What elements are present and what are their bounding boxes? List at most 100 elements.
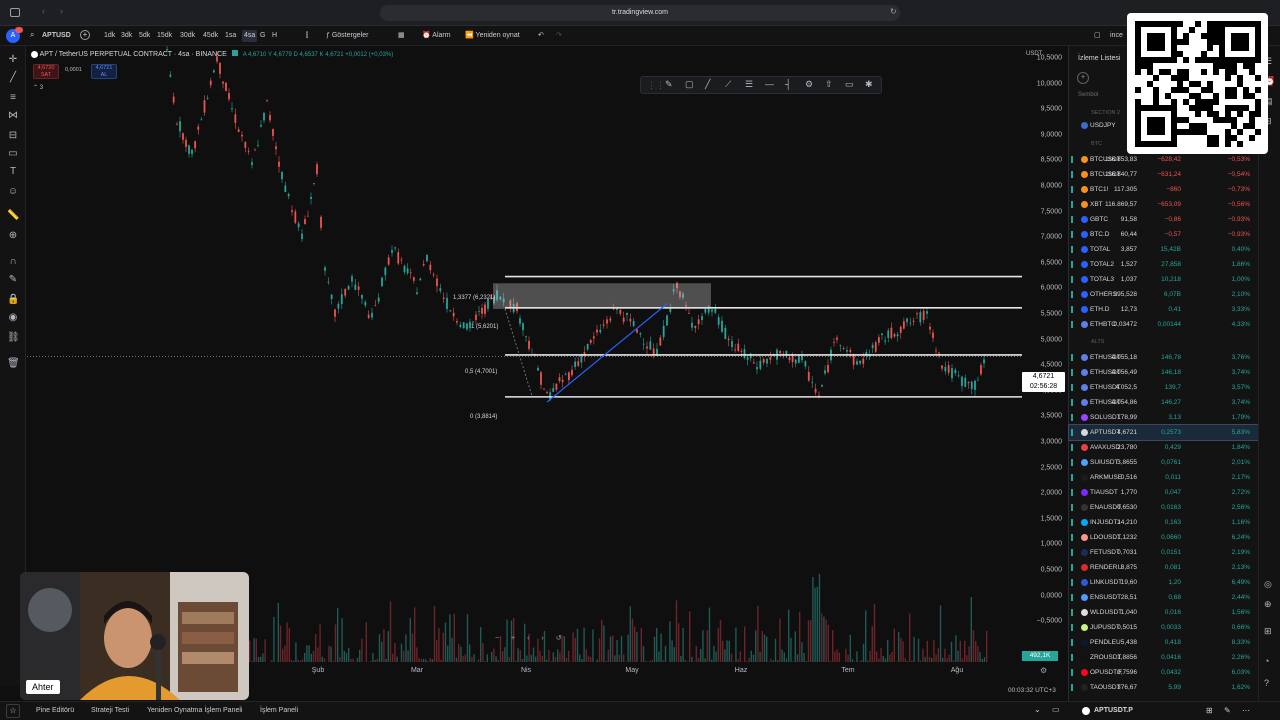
notifications-icon[interactable]: ◔ (1264, 656, 1269, 666)
buy-button[interactable]: 4,6721 AL (91, 64, 117, 79)
reset-icon[interactable]: ↺ (556, 635, 562, 642)
brush-icon[interactable]: ▭ (7, 148, 19, 160)
pencil-icon[interactable]: ✎ (665, 79, 673, 90)
interval-30dk[interactable]: 30dk (180, 30, 195, 42)
collapse-icon[interactable]: ⌄ (1034, 705, 1041, 714)
list-item[interactable]: SOLUSDT 178,99 3,13 1,79% (1069, 410, 1259, 425)
zoom-in-icon[interactable]: + (511, 635, 515, 642)
trendline-icon[interactable]: ╱ (7, 72, 19, 84)
chat-icon[interactable]: ◎ (1264, 579, 1272, 590)
list-item[interactable]: APTUSDT 4,6721 0,2573 5,83% (1068, 424, 1260, 441)
list-item[interactable]: ARKMUSE 0,516 0,011 2,17% (1069, 470, 1259, 485)
search-icon[interactable]: ⌕ (30, 30, 34, 40)
forward-icon[interactable]: › (60, 6, 63, 16)
eye-icon[interactable]: ◉ (7, 312, 19, 324)
replay-button[interactable]: ⏪ Yeniden oynat (465, 30, 520, 42)
ruler-icon[interactable]: 📏 (7, 210, 19, 222)
section-btc-header[interactable]: BTC (1091, 141, 1102, 147)
interval-5dk[interactable]: 5dk (139, 30, 150, 42)
zoom-out-icon[interactable]: − (495, 635, 499, 642)
list-item[interactable]: BTC1! 117.305 −860 −0,73% (1069, 182, 1259, 197)
interval-4sa[interactable]: 4sa (242, 30, 258, 42)
watchlist-title[interactable]: İzleme Listesi (1078, 55, 1120, 62)
tab-replay-trading[interactable]: Yeniden Oynatma İşlem Paneli (147, 707, 242, 714)
symbol-search[interactable]: APTUSD (42, 30, 71, 42)
more-options-icon[interactable]: ⋯ (1242, 706, 1250, 715)
list-item[interactable]: TOTAL3 1,037 10,218 1,00% (1069, 272, 1259, 287)
emoji-icon[interactable]: ☺ (7, 186, 19, 198)
maximize-icon[interactable]: ▭ (1052, 705, 1060, 714)
indicators-collapse[interactable]: ⌃ 3 (33, 84, 43, 91)
list-item[interactable]: ETHUSDT 4.052,5 139,7 3,57% (1069, 380, 1259, 395)
pattern-icon[interactable]: ⋈ (7, 110, 19, 122)
list-item[interactable]: ETHUSDT 4.056,49 146,18 3,74% (1069, 365, 1259, 380)
list-item[interactable]: PENDLEU 5,438 0,418 8,33% (1069, 635, 1259, 650)
line-icon[interactable]: ╱ (705, 79, 710, 90)
horizontal-line-icon[interactable]: — (765, 79, 774, 89)
list-item[interactable]: LINKUSDT 19,60 1,20 6,49% (1069, 575, 1259, 590)
redo-icon[interactable]: ↷ (556, 30, 562, 42)
rectangle-icon[interactable]: ▢ (685, 79, 694, 90)
sidebar-toggle-icon[interactable] (10, 8, 20, 17)
line-style-icon[interactable]: ⟋ (725, 79, 731, 90)
address-bar[interactable]: tr.tradingview.com (380, 5, 900, 21)
list-item[interactable]: ENSUSDT 28,51 0,68 2,44% (1069, 590, 1259, 605)
list-item[interactable]: ETHUSDT 4.055,18 146,78 3,76% (1069, 350, 1259, 365)
interval-3dk[interactable]: 3dk (121, 30, 132, 42)
list-item[interactable]: LDOUSDT 1,1232 0,0660 6,24% (1069, 530, 1259, 545)
interval-1sa[interactable]: 1sa (225, 30, 236, 42)
list-item[interactable]: ETH.D 12,73 0,41 3,33% (1069, 302, 1259, 317)
lock-icon[interactable]: 🔒 (7, 294, 19, 306)
list-item[interactable]: OTHERS 295,528 6,07B 2,10% (1069, 287, 1259, 302)
add-symbol-icon[interactable]: + (80, 30, 90, 40)
list-item[interactable]: ETHBTC 0,03472 0,00144 4,33% (1069, 317, 1259, 332)
list-item[interactable]: AVAXUSD 23,780 0,429 1,84% (1069, 440, 1259, 455)
list-item[interactable]: ETHUSDT 4.054,86 146,27 3,74% (1069, 395, 1259, 410)
crosshair-icon[interactable]: ✛ (7, 54, 19, 66)
bars-icon[interactable]: ┤ (785, 79, 791, 89)
favorite-icon[interactable]: ☆ (6, 704, 20, 718)
fullscreen-icon[interactable]: ▢ (1094, 30, 1101, 42)
list-item[interactable]: SUIUSDT 3,8655 0,0761 2,01% (1069, 455, 1259, 470)
list-item[interactable]: FETUSDT 0,7031 0,0151 2,19% (1069, 545, 1259, 560)
trash-icon[interactable]: 🗑 (7, 358, 20, 370)
drag-handle-icon[interactable]: ⋮⋮ (647, 80, 665, 91)
help-icon[interactable]: ? (1264, 678, 1269, 688)
list-item[interactable]: TIAUSDT 1,770 0,047 2,72% (1069, 485, 1259, 500)
list-item[interactable]: RENDERU 3,875 0,081 2,13% (1069, 560, 1259, 575)
zone-box[interactable] (493, 283, 711, 309)
footer-symbol[interactable]: APTUSDT.P (1094, 707, 1133, 714)
list-item[interactable]: TOTAL 3,857 15,42B 0,40% (1069, 242, 1259, 257)
chart-type-icon[interactable]: ⫿ (306, 30, 308, 42)
interval-1dk[interactable]: 1dk (104, 30, 115, 42)
list-item[interactable]: TAOUSDT 376,67 5,99 1,62% (1069, 680, 1259, 695)
list-item[interactable]: ZROUSDT 1,8856 0,0416 2,26% (1069, 650, 1259, 665)
interval-15dk[interactable]: 15dk (157, 30, 172, 42)
sell-button[interactable]: 4,6720 SAT (33, 64, 59, 79)
list-item[interactable]: BTCUSDT 116.840,77 −631,24 −0,54% (1069, 167, 1259, 182)
section-2-header[interactable]: SECTION 2 (1091, 110, 1120, 116)
reload-icon[interactable]: ↻ (890, 7, 897, 16)
projection-icon[interactable]: ⊟ (7, 130, 19, 142)
text-icon[interactable]: T (7, 166, 19, 178)
column-symbol[interactable]: Sembol (1078, 92, 1098, 98)
list-item[interactable]: BTC.D 60,44 −0,57 −0,93% (1069, 227, 1259, 242)
price-axis[interactable]: USDT 10,5000 10,0000 9,5000 9,0000 8,5000 8,0… (1022, 46, 1068, 686)
apps-icon[interactable]: ⊞ (1264, 626, 1272, 637)
list-icon[interactable]: ☰ (745, 79, 753, 90)
interval-G[interactable]: G (260, 30, 265, 42)
undo-icon[interactable]: ↶ (538, 30, 544, 42)
list-item[interactable]: GBTC 91,58 −0,86 −0,93% (1069, 212, 1259, 227)
edit-icon[interactable]: ✎ (1224, 706, 1231, 715)
list-item[interactable]: TOTAL2 1,527 27,858 1,86% (1069, 257, 1259, 272)
list-item[interactable]: INJUSDT.I 14,210 0,163 1,16% (1069, 515, 1259, 530)
comment-icon[interactable]: ▭ (845, 79, 854, 90)
fib-icon[interactable]: ≡ (7, 92, 19, 104)
link-icon[interactable]: ⛓ (7, 332, 20, 344)
scroll-right-icon[interactable]: › (541, 635, 543, 642)
layouts-icon[interactable]: ▦ (398, 30, 405, 42)
magnet-icon[interactable]: ∩ (7, 256, 19, 268)
interval-H[interactable]: H (272, 30, 277, 42)
list-item[interactable]: ENAUSDT 0,6530 0,0163 2,56% (1069, 500, 1259, 515)
back-icon[interactable]: ‹ (42, 6, 45, 16)
